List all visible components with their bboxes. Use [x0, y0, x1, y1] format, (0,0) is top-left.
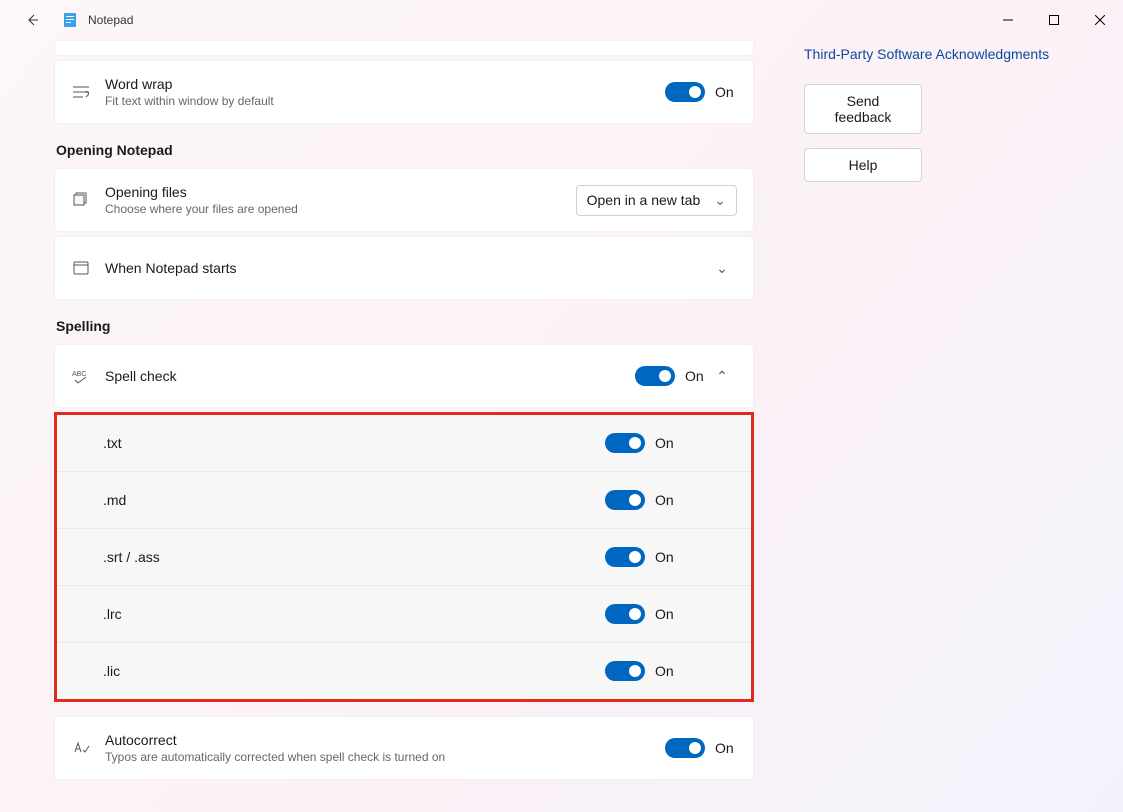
opening-files-sub: Choose where your files are opened — [105, 202, 576, 216]
ext-row-lrc[interactable]: .lrc On — [57, 585, 751, 642]
ext-row-lic[interactable]: .lic On — [57, 642, 751, 699]
autocorrect-state: On — [715, 740, 737, 756]
highlighted-extensions: .txt On .md On .srt / .ass On .lrc — [54, 412, 754, 702]
word-wrap-card[interactable]: Word wrap Fit text within window by defa… — [54, 60, 754, 124]
ext-state: On — [655, 549, 705, 565]
autocorrect-icon — [71, 740, 91, 756]
chevron-down-icon: ⌄ — [714, 192, 726, 209]
autocorrect-title: Autocorrect — [105, 732, 665, 748]
close-button[interactable] — [1077, 4, 1123, 36]
opening-section-title: Opening Notepad — [56, 142, 754, 158]
minimize-button[interactable] — [985, 4, 1031, 36]
chevron-down-icon: ⌄ — [707, 260, 737, 277]
spelling-section-title: Spelling — [56, 318, 754, 334]
ext-row-txt[interactable]: .txt On — [57, 415, 751, 471]
ext-label: .md — [103, 492, 605, 508]
send-feedback-button[interactable]: Send feedback — [804, 84, 922, 134]
word-wrap-sub: Fit text within window by default — [105, 94, 665, 108]
opening-files-card[interactable]: Opening files Choose where your files ar… — [54, 168, 754, 232]
maximize-button[interactable] — [1031, 4, 1077, 36]
word-wrap-icon — [71, 85, 91, 99]
ext-row-srt[interactable]: .srt / .ass On — [57, 528, 751, 585]
partial-card-above — [54, 40, 754, 56]
ext-toggle-lrc[interactable] — [605, 604, 645, 624]
when-starts-icon — [71, 260, 91, 276]
opening-files-value: Open in a new tab — [587, 192, 701, 208]
when-starts-title: When Notepad starts — [105, 260, 707, 276]
autocorrect-sub: Typos are automatically corrected when s… — [105, 750, 665, 764]
ext-state: On — [655, 435, 705, 451]
ext-state: On — [655, 663, 705, 679]
chevron-up-icon: ⌃ — [707, 368, 737, 385]
spell-check-title: Spell check — [105, 368, 635, 384]
opening-files-title: Opening files — [105, 184, 576, 200]
ext-label: .lrc — [103, 606, 605, 622]
svg-text:ABC: ABC — [72, 371, 86, 378]
opening-files-dropdown[interactable]: Open in a new tab ⌄ — [576, 185, 737, 216]
ext-toggle-md[interactable] — [605, 490, 645, 510]
spell-check-toggle[interactable] — [635, 366, 675, 386]
back-button[interactable] — [16, 4, 48, 36]
ext-state: On — [655, 606, 705, 622]
acknowledgments-link[interactable]: Third-Party Software Acknowledgments — [804, 46, 1084, 62]
ext-label: .lic — [103, 663, 605, 679]
ext-toggle-txt[interactable] — [605, 433, 645, 453]
ext-toggle-srt[interactable] — [605, 547, 645, 567]
autocorrect-toggle[interactable] — [665, 738, 705, 758]
app-title: Notepad — [88, 13, 133, 27]
autocorrect-card[interactable]: Autocorrect Typos are automatically corr… — [54, 716, 754, 780]
ext-label: .srt / .ass — [103, 549, 605, 565]
opening-files-icon — [71, 192, 91, 208]
word-wrap-state: On — [715, 84, 737, 100]
ext-toggle-lic[interactable] — [605, 661, 645, 681]
spell-check-icon: ABC — [71, 368, 91, 384]
word-wrap-toggle[interactable] — [665, 82, 705, 102]
ext-row-md[interactable]: .md On — [57, 471, 751, 528]
spell-check-state: On — [685, 368, 707, 384]
when-starts-card[interactable]: When Notepad starts ⌄ — [54, 236, 754, 300]
spell-check-card[interactable]: ABC Spell check On ⌃ — [54, 344, 754, 408]
ext-label: .txt — [103, 435, 605, 451]
help-button[interactable]: Help — [804, 148, 922, 182]
word-wrap-title: Word wrap — [105, 76, 665, 92]
notepad-app-icon — [62, 12, 78, 28]
ext-state: On — [655, 492, 705, 508]
